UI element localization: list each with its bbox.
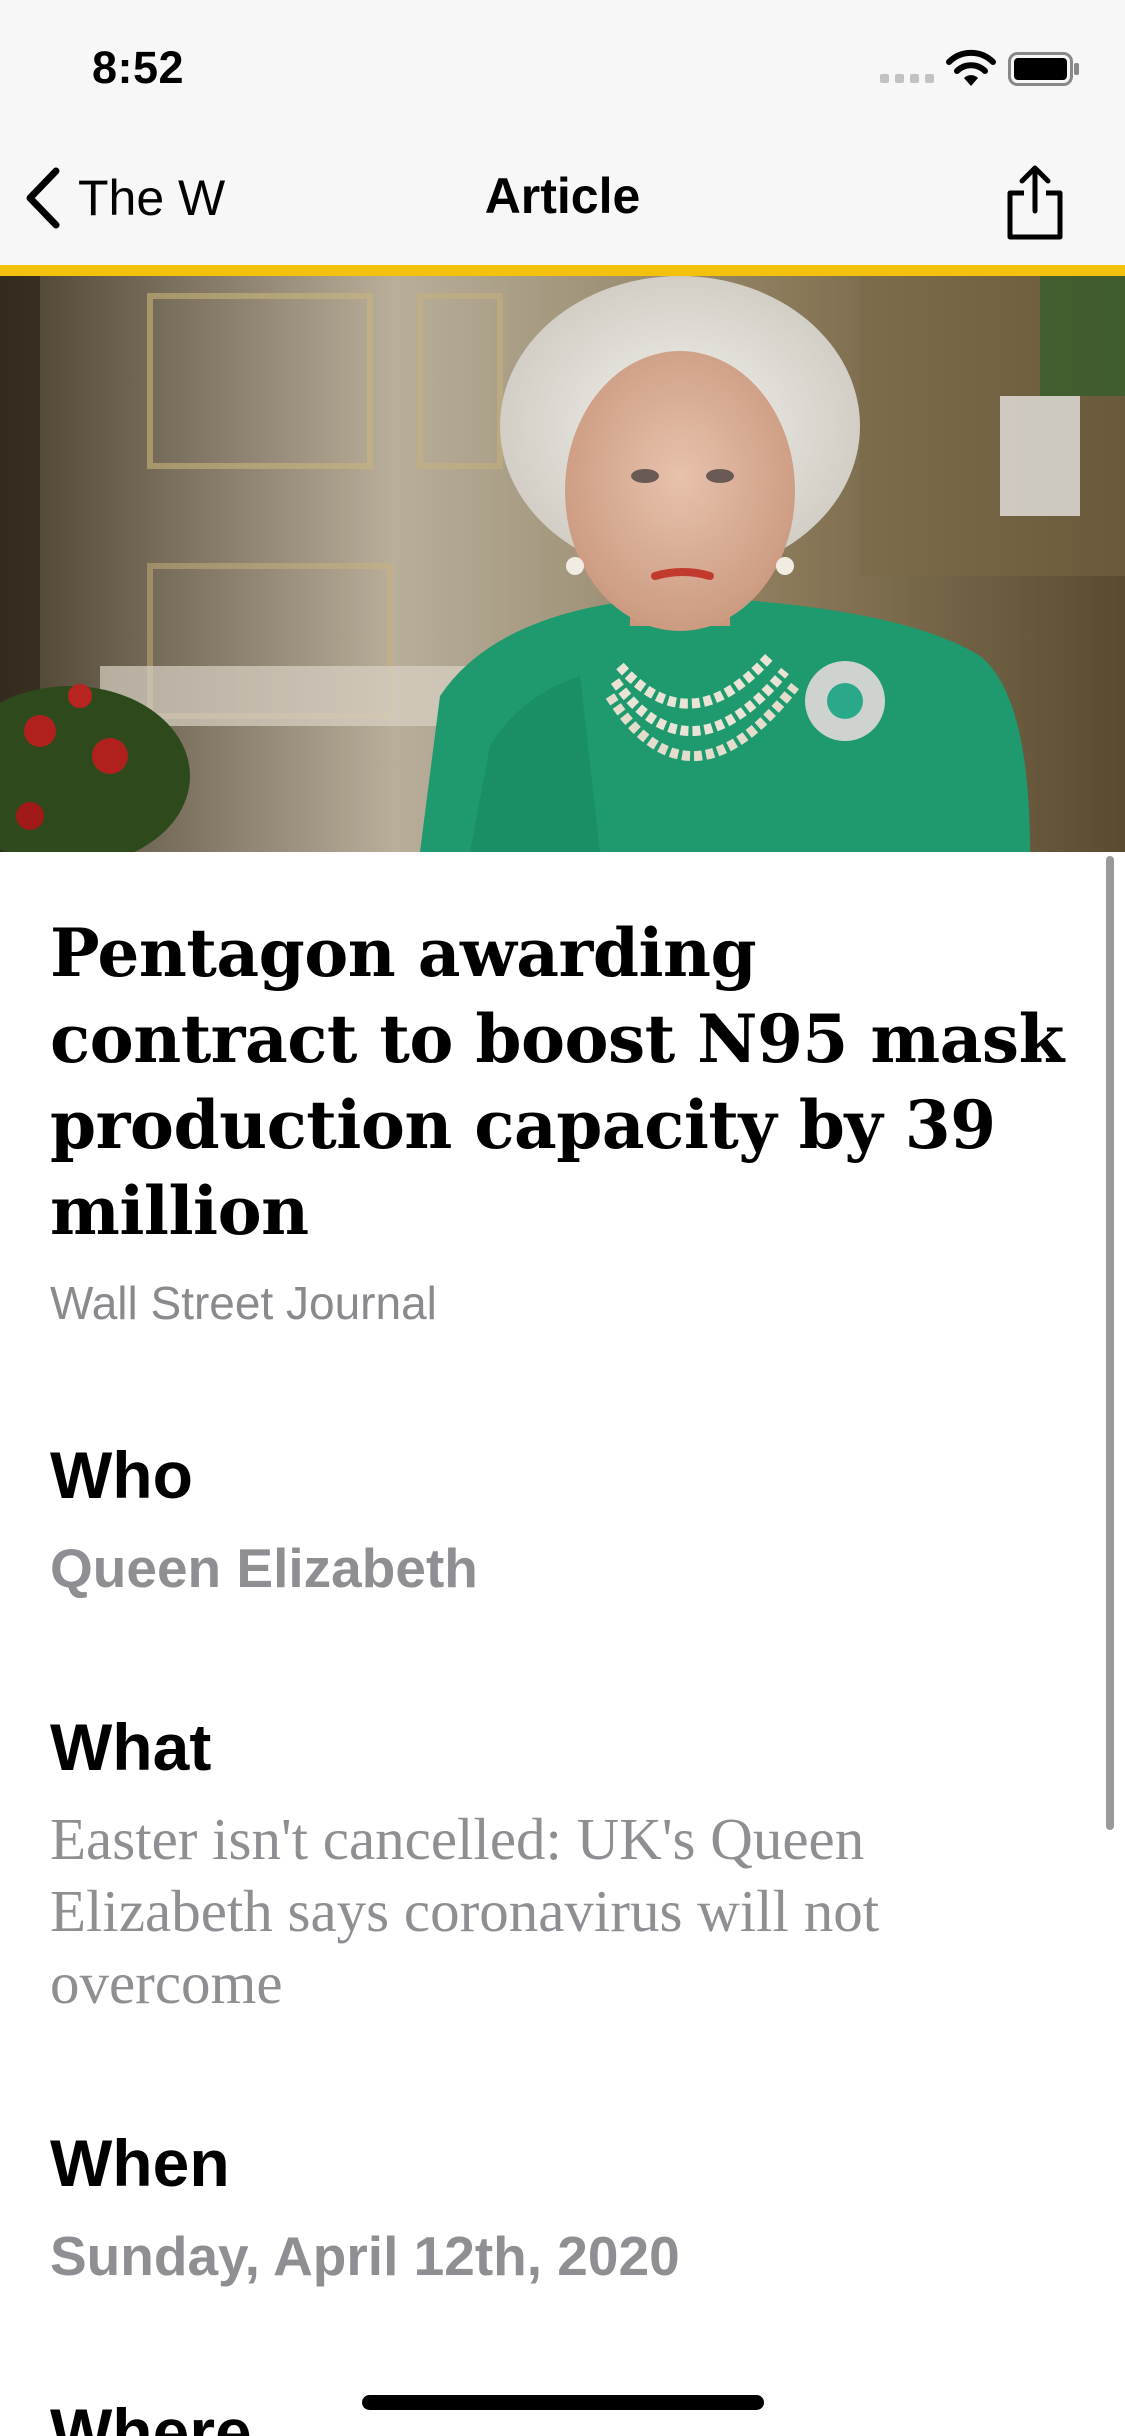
article-headline: Pentagon awarding contract to boost N95 … — [50, 914, 1064, 1250]
who-section: Who Queen Elizabeth — [50, 1435, 1080, 1603]
when-label: When — [50, 2126, 230, 2200]
status-bar: 8:52 — [0, 0, 1125, 135]
share-icon[interactable] — [1000, 165, 1070, 241]
article-header: Pentagon awarding contract to boost N95 … — [50, 910, 1080, 1330]
status-time: 8:52 — [92, 42, 185, 93]
wifi-icon — [946, 49, 996, 86]
article-screen: 8:52 The W Article Pentagon awarding con… — [0, 0, 1125, 2436]
what-value: Easter isn't cancelled: UK's Queen Eliza… — [50, 1806, 880, 2016]
accent-bar — [0, 265, 1125, 276]
when-value: Sunday, April 12th, 2020 — [50, 2225, 680, 2287]
who-value: Queen Elizabeth — [50, 1537, 478, 1599]
home-indicator[interactable] — [362, 2395, 764, 2410]
article-source: Wall Street Journal — [50, 1277, 437, 1329]
when-section: When Sunday, April 12th, 2020 — [50, 2123, 1080, 2291]
nav-title: Article — [484, 168, 641, 224]
article-hero-image — [0, 276, 1125, 852]
who-label: Who — [50, 1438, 193, 1512]
what-label: What — [50, 1710, 212, 1784]
scroll-indicator[interactable] — [1106, 856, 1114, 1830]
what-section: What Easter isn't cancelled: UK's Queen … — [50, 1707, 1080, 2019]
navigation-bar: The W Article — [0, 135, 1125, 265]
signal-bars-icon — [880, 74, 934, 84]
battery-icon — [1008, 52, 1079, 86]
